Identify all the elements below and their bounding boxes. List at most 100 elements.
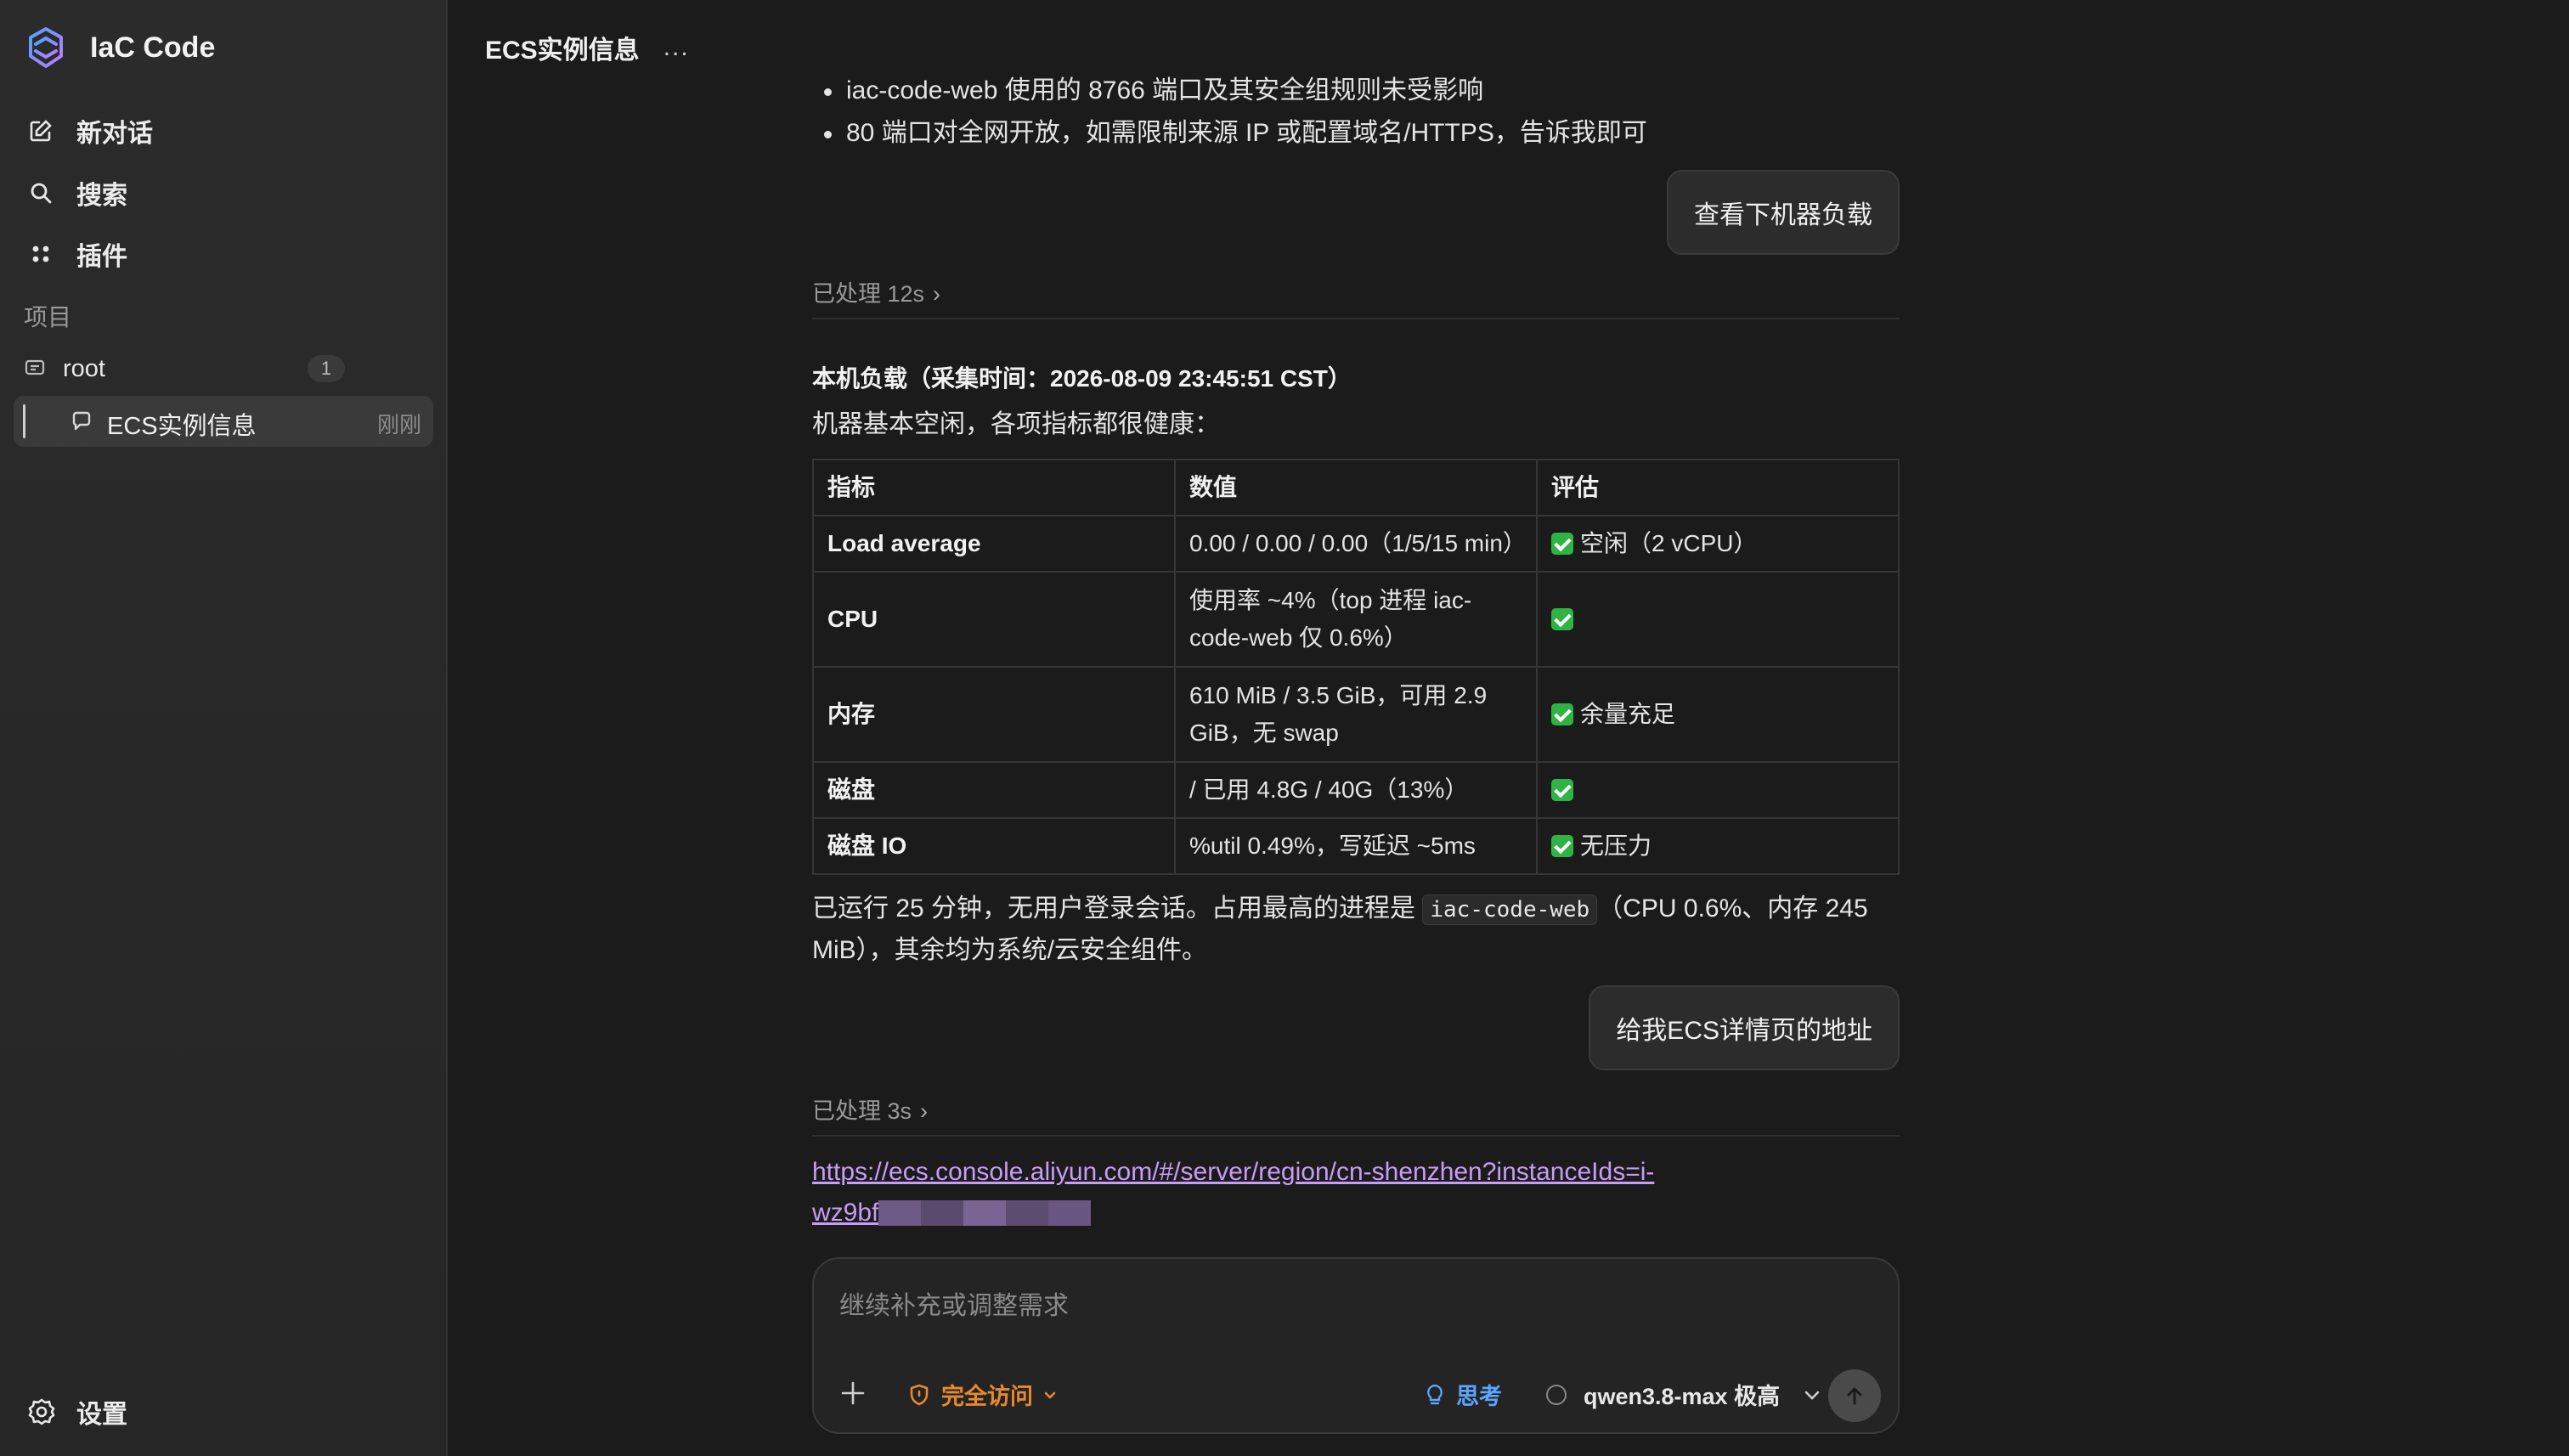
divider [812, 1135, 1900, 1137]
settings-label: 设置 [76, 1401, 127, 1429]
metric-name: 磁盘 [812, 761, 1176, 819]
brand[interactable]: IaC Code [22, 24, 215, 71]
lightbulb-icon [1427, 1384, 1443, 1404]
metric-value: 0.00 / 0.00 / 0.00（1/5/15 min） [1174, 515, 1538, 573]
eval-text: 余量充足 [1580, 701, 1676, 727]
iac-code-logo-icon [29, 27, 63, 68]
main-panel: ECS实例信息 ... iac-code-web 使用的 8766 端口及其安全… [449, 0, 2569, 1456]
list-item: 80 端口对全网开放，如需限制来源 IP 或配置域名/HTTPS，告诉我即可 [812, 112, 1647, 155]
column-header: 指标 [812, 459, 1176, 516]
column-header: 评估 [1536, 459, 1900, 516]
response-heading: 本机负载（采集时间：2026-08-09 23:45:51 CST） [812, 365, 1352, 392]
projects-section-title: 项目 [24, 304, 72, 330]
active-indicator [23, 404, 25, 438]
metric-eval [1536, 761, 1900, 819]
link-text: https://ecs.console.aliyun.com/#/server/… [812, 1158, 1655, 1186]
processed-toggle[interactable]: 已处理 12s › [812, 275, 940, 308]
thread-timestamp: 刚刚 [376, 412, 421, 437]
metrics-table: 指标 数值 评估 Load average 0.00 / 0.00 / 0.00… [812, 459, 1900, 875]
app-window: IaC Code 新对话 搜索 插件 项目 root 1 ECS实例信息 刚刚 … [0, 0, 2569, 1456]
user-message: 给我ECS详情页的地址 [1589, 985, 1900, 1070]
plus-icon[interactable] [838, 1378, 868, 1408]
column-header: 数值 [1174, 459, 1538, 516]
user-message: 查看下机器负载 [1667, 170, 1900, 255]
eval-text: 无压力 [1580, 832, 1652, 859]
inline-code: iac-code-web [1422, 894, 1598, 925]
link-text: wz9bf [812, 1199, 879, 1227]
check-icon [1551, 608, 1573, 630]
processed-label: 已处理 3s [812, 1098, 912, 1124]
sidebar-item-label: 搜索 [76, 182, 127, 210]
loading-ring-icon [1546, 1384, 1567, 1405]
model-selector[interactable]: qwen3.8-max 极高 [1546, 1378, 1824, 1411]
metric-name: CPU [812, 571, 1176, 668]
more-options-button[interactable]: ... [663, 33, 690, 62]
table-header-row: 指标 数值 评估 [812, 459, 1900, 516]
thread-title: ECS实例信息 [107, 413, 257, 440]
response-intro: 机器基本空闲，各项指标都很健康： [812, 410, 1220, 438]
think-toggle[interactable]: 思考 [1422, 1378, 1502, 1411]
processed-label: 已处理 12s [812, 281, 925, 307]
metric-value: / 已用 4.8G / 40G（13%） [1174, 761, 1538, 819]
app-name: IaC Code [90, 31, 216, 64]
metric-eval: 无压力 [1536, 817, 1900, 875]
chevron-right-icon: › [933, 281, 941, 307]
project-count-badge: 1 [308, 355, 345, 382]
check-icon [1551, 779, 1573, 801]
sidebar-thread-ecs[interactable]: ECS实例信息 刚刚 [14, 396, 433, 447]
new-chat-icon [25, 116, 56, 146]
table-row: 磁盘 / 已用 4.8G / 40G（13%） [812, 761, 1900, 819]
metric-name: Load average [812, 515, 1176, 573]
sidebar-item-plugins[interactable]: 插件 [25, 235, 127, 273]
sidebar: IaC Code 新对话 搜索 插件 项目 root 1 ECS实例信息 刚刚 … [0, 0, 448, 1456]
table-row: 内存 610 MiB / 3.5 GiB，可用 2.9 GiB，无 swap 余… [812, 666, 1900, 763]
metric-value: 使用率 ~4%（top 进程 iac-code-web 仅 0.6%） [1174, 571, 1538, 668]
arrow-up-icon [1847, 1387, 1862, 1405]
summary-text: 已运行 25 分钟，无用户登录会话。占用最高的进程是 [812, 894, 1423, 923]
table-row: 磁盘 IO %util 0.49%，写延迟 ~5ms 无压力 [812, 817, 1900, 875]
chat-bubble-icon [70, 409, 93, 437]
plugins-icon [25, 239, 56, 269]
sidebar-item-label: 新对话 [76, 120, 153, 148]
redacted-block [878, 1200, 1092, 1226]
composer: 继续补充或调整需求 完全访问 思考 qwen3.8-max 极高 [812, 1257, 1900, 1434]
metric-eval: 余量充足 [1536, 666, 1900, 763]
chevron-down-icon [1044, 1391, 1056, 1399]
sidebar-item-label: 插件 [76, 243, 127, 271]
metric-value: 610 MiB / 3.5 GiB，可用 2.9 GiB，无 swap [1174, 666, 1538, 763]
search-icon [25, 178, 56, 208]
topbar: ECS实例信息 ... [485, 29, 690, 66]
composer-input[interactable]: 继续补充或调整需求 [839, 1284, 1069, 1322]
check-icon [1551, 533, 1573, 555]
metric-eval [1536, 571, 1900, 668]
metric-name: 磁盘 IO [812, 817, 1176, 875]
list-item: iac-code-web 使用的 8766 端口及其安全组规则未受影响 [812, 70, 1647, 112]
sidebar-item-search[interactable]: 搜索 [25, 174, 127, 212]
think-label: 思考 [1456, 1384, 1502, 1409]
gear-icon [28, 1398, 55, 1425]
ecs-console-link[interactable]: https://ecs.console.aliyun.com/#/server/… [812, 1152, 1900, 1233]
project-label: root [63, 354, 105, 382]
check-icon [1551, 835, 1573, 857]
settings-button[interactable]: 设置 [27, 1393, 127, 1431]
check-icon [1551, 703, 1573, 725]
send-button[interactable] [1828, 1369, 1881, 1422]
model-label: qwen3.8-max 极高 [1584, 1384, 1781, 1409]
chevron-right-icon: › [920, 1098, 929, 1124]
response-summary: 已运行 25 分钟，无用户登录会话。占用最高的进程是 iac-code-web （… [812, 889, 1900, 971]
chevron-down-icon [1804, 1391, 1820, 1400]
assistant-bullet-list: iac-code-web 使用的 8766 端口及其安全组规则未受影响 80 端… [812, 70, 1647, 155]
folder-icon [24, 356, 46, 382]
metric-eval: 空闲（2 vCPU） [1536, 515, 1900, 573]
page-title: ECS实例信息 [485, 37, 640, 65]
sidebar-item-new-chat[interactable]: 新对话 [25, 112, 153, 150]
metric-name: 内存 [812, 666, 1176, 763]
access-mode-label: 完全访问 [941, 1384, 1033, 1409]
project-root[interactable]: root 1 [24, 352, 347, 386]
access-mode-dropdown[interactable]: 完全访问 [907, 1378, 1059, 1411]
processed-toggle[interactable]: 已处理 3s › [812, 1092, 928, 1126]
table-row: CPU 使用率 ~4%（top 进程 iac-code-web 仅 0.6%） [812, 571, 1900, 668]
table-row: Load average 0.00 / 0.00 / 0.00（1/5/15 m… [812, 515, 1900, 573]
divider [812, 318, 1900, 319]
metric-value: %util 0.49%，写延迟 ~5ms [1174, 817, 1538, 875]
